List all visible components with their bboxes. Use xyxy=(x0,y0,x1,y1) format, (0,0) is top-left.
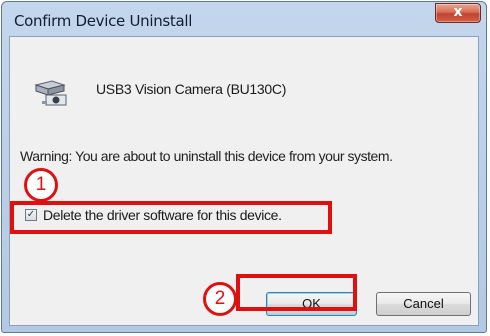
title-bar[interactable]: Confirm Device Uninstall x xyxy=(2,2,486,36)
warning-text: Warning: You are about to uninstall this… xyxy=(20,148,393,164)
camera-device-icon xyxy=(34,80,67,106)
checkbox-highlight-box xyxy=(10,201,332,234)
step-2-marker: 2 xyxy=(203,282,237,316)
device-name: USB3 Vision Camera (BU130C) xyxy=(96,81,287,97)
ok-highlight-box xyxy=(236,274,357,311)
close-button[interactable]: x xyxy=(435,3,481,23)
step-1-marker: 1 xyxy=(24,168,58,202)
dialog-title: Confirm Device Uninstall xyxy=(14,12,193,30)
cancel-button[interactable]: Cancel xyxy=(376,292,471,316)
